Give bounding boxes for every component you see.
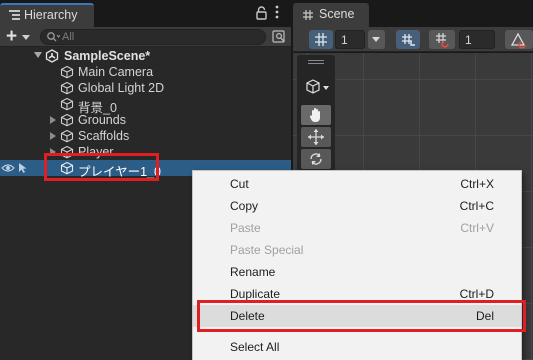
- search-input[interactable]: [62, 30, 252, 44]
- grid-icon: [315, 33, 327, 46]
- snap-toggle-button[interactable]: [396, 30, 420, 49]
- expand-arrow-icon[interactable]: [50, 132, 56, 140]
- scene-tool-overlay: [297, 55, 335, 175]
- snap-icon: [402, 34, 415, 46]
- increment-snap-value: 1: [465, 33, 472, 47]
- menu-item-label: Paste Special: [230, 243, 304, 257]
- gameobject-cube-icon: [60, 113, 74, 127]
- hierarchy-tab-bar: Hierarchy: [0, 0, 291, 27]
- menu-item-label: Cut: [230, 177, 249, 191]
- gameobject-cube-icon: [60, 129, 74, 143]
- hierarchy-item-grounds[interactable]: Grounds: [0, 112, 291, 128]
- hierarchy-item-label: Main Camera: [78, 65, 154, 79]
- scene-tab-label: Scene: [319, 7, 355, 21]
- hierarchy-item-global-light[interactable]: Global Light 2D: [0, 80, 291, 96]
- drag-handle-icon[interactable]: [308, 60, 324, 64]
- rotate-snap-icon: [510, 32, 526, 49]
- gameobject-cube-icon: [60, 81, 74, 95]
- rotate-tool-icon: [310, 153, 322, 165]
- add-object-button[interactable]: +: [5, 26, 35, 47]
- menu-item-copy[interactable]: Copy Ctrl+C: [193, 195, 521, 217]
- expand-arrow-icon[interactable]: [50, 116, 56, 124]
- chevron-down-icon: [372, 37, 380, 42]
- hierarchy-tab-label: Hierarchy: [24, 8, 78, 22]
- unity-scene-icon: [45, 49, 59, 63]
- menu-item-shortcut: Ctrl+C: [459, 199, 494, 213]
- list-icon: [9, 10, 20, 20]
- scene-toolbar: 1 1: [293, 27, 533, 52]
- scene-label: SampleScene*: [64, 49, 151, 63]
- annotation-highlight-box: [197, 300, 526, 332]
- menu-item-label: Copy: [230, 199, 259, 213]
- gameobject-cube-icon: [306, 79, 329, 94]
- scene-tab[interactable]: Scene: [293, 3, 369, 27]
- menu-item-paste[interactable]: Paste Ctrl+V: [193, 217, 521, 239]
- move-tool-button[interactable]: [301, 127, 331, 147]
- hierarchy-item-background[interactable]: 背景_0: [0, 96, 291, 115]
- menu-item-shortcut: Ctrl+X: [460, 177, 494, 191]
- menu-item-cut[interactable]: Cut Ctrl+X: [193, 173, 521, 195]
- menu-item-select-all[interactable]: Select All: [193, 336, 521, 358]
- rotate-snap-button[interactable]: [505, 30, 533, 49]
- rotate-tool-button[interactable]: [301, 149, 331, 169]
- hierarchy-tab[interactable]: Hierarchy: [0, 3, 94, 27]
- grid-size-field[interactable]: 1: [335, 30, 365, 49]
- menu-item-shortcut: Ctrl+D: [459, 287, 494, 301]
- menu-item-paste-special[interactable]: Paste Special: [193, 239, 521, 261]
- search-icon: [47, 32, 60, 42]
- hand-tool-button[interactable]: [301, 105, 331, 125]
- plus-icon: +: [6, 26, 18, 47]
- scene-row[interactable]: SampleScene*: [0, 48, 291, 64]
- search-field[interactable]: [40, 29, 266, 45]
- more-icon[interactable]: [274, 4, 280, 20]
- menu-item-label: Rename: [230, 265, 276, 279]
- filter-icon[interactable]: [271, 29, 287, 45]
- eye-icon[interactable]: [1, 163, 15, 173]
- chevron-down-icon: [22, 35, 30, 40]
- hierarchy-item-label: Scaffolds: [78, 129, 130, 143]
- grid-icon: [303, 10, 313, 20]
- menu-item-shortcut: Ctrl+V: [460, 221, 494, 235]
- menu-item-rename[interactable]: Rename: [193, 261, 521, 283]
- gameobject-cube-icon: [60, 97, 74, 111]
- move-tool-icon: [308, 129, 324, 145]
- grid-toggle-button[interactable]: [309, 30, 333, 49]
- increment-snap-icon: [436, 33, 449, 48]
- hierarchy-item-scaffolds[interactable]: Scaffolds: [0, 128, 291, 144]
- menu-item-label: Paste: [230, 221, 261, 235]
- pick-icon[interactable]: [17, 162, 31, 174]
- menu-item-label: Duplicate: [230, 287, 281, 301]
- grid-size-dropdown[interactable]: [368, 30, 385, 49]
- hand-tool-icon: [309, 108, 320, 123]
- increment-snap-button[interactable]: [429, 30, 455, 49]
- tool-mode-dropdown[interactable]: [303, 77, 331, 97]
- gameobject-cube-icon: [60, 65, 74, 79]
- hierarchy-item-main-camera[interactable]: Main Camera: [0, 64, 291, 80]
- increment-snap-field[interactable]: 1: [459, 30, 495, 49]
- hierarchy-item-label: Global Light 2D: [78, 81, 165, 95]
- grid-size-value: 1: [341, 33, 348, 47]
- lock-icon[interactable]: [256, 6, 267, 20]
- hierarchy-item-label: Grounds: [78, 113, 126, 127]
- menu-item-label: Select All: [230, 340, 280, 354]
- expand-arrow-icon[interactable]: [34, 52, 42, 58]
- hierarchy-toolbar: +: [0, 26, 291, 47]
- annotation-highlight-box: [44, 153, 159, 181]
